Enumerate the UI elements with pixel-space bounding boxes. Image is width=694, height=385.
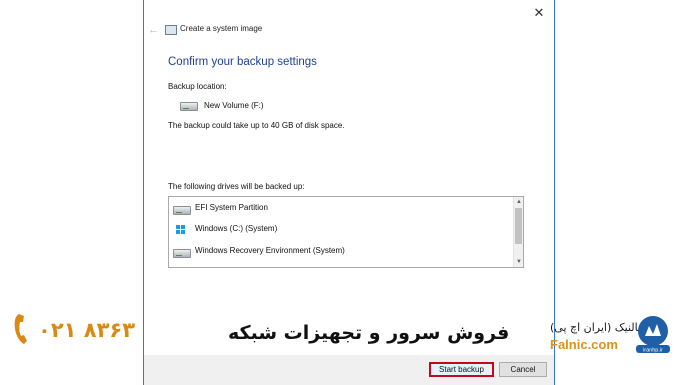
drive-icon (173, 249, 191, 258)
list-item[interactable]: Windows (C:) (System) (173, 223, 503, 237)
phone-number: ۰۲۱ ۸۳۶۳ (38, 318, 136, 342)
scroll-thumb[interactable] (515, 208, 522, 244)
backup-location-name: New Volume (F:) (204, 101, 264, 110)
drives-list-label: The following drives will be backed up: (168, 182, 305, 191)
disk-space-note: The backup could take up to 40 GB of dis… (168, 121, 345, 130)
drive-icon (180, 102, 198, 111)
list-item[interactable]: Windows Recovery Environment (System) (173, 245, 503, 259)
listbox-scrollbar[interactable]: ▲ ▼ (513, 197, 523, 267)
dialog-footer: Start backup Cancel (144, 355, 554, 385)
drive-label: EFI System Partition (195, 203, 268, 212)
drive-icon (173, 206, 191, 215)
title-bar: ✕ ← Create a system image (144, 0, 554, 44)
logo-text-fa: فالنیک (ایران اچ پی) (550, 321, 644, 334)
close-icon[interactable]: ✕ (530, 4, 548, 22)
scroll-up-icon[interactable]: ▲ (514, 197, 524, 207)
drive-label: Windows Recovery Environment (System) (195, 246, 345, 255)
phone-icon (14, 314, 27, 344)
logo-text-en: Falnic.com (550, 337, 618, 352)
windows-icon (176, 225, 185, 234)
drives-listbox[interactable]: EFI System Partition Windows (C:) (Syste… (168, 196, 524, 268)
dialog-title: Create a system image (180, 24, 263, 33)
backup-location-label: Backup location: (168, 82, 227, 91)
scroll-down-icon[interactable]: ▼ (514, 257, 524, 267)
falnic-logo-icon: iranhp.ir (636, 316, 670, 354)
svg-text:iranhp.ir: iranhp.ir (643, 348, 663, 354)
list-item[interactable]: EFI System Partition (173, 202, 503, 216)
system-image-icon (165, 25, 177, 35)
brand-slogan: فروش سرور و تجهیزات شبکه (228, 322, 510, 344)
back-arrow-icon[interactable]: ← (148, 24, 159, 36)
cancel-button[interactable]: Cancel (499, 362, 547, 377)
page-heading: Confirm your backup settings (168, 56, 317, 68)
start-backup-button[interactable]: Start backup (429, 362, 494, 377)
drive-label: Windows (C:) (System) (195, 224, 278, 233)
